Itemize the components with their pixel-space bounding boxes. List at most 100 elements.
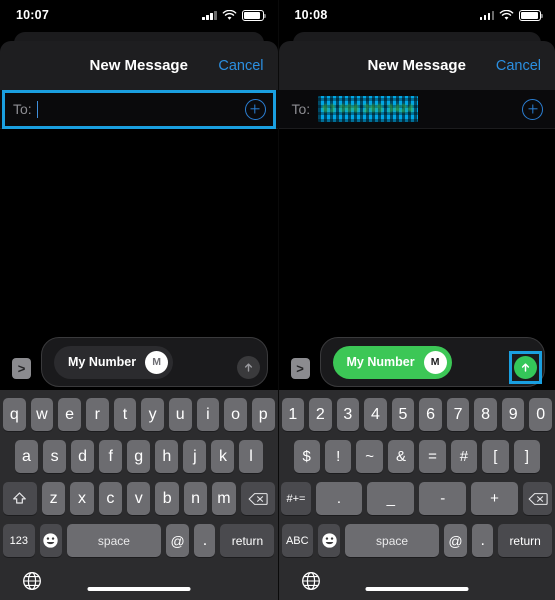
key-symbols-mode[interactable]: #+= [281, 482, 311, 515]
key-a[interactable]: a [14, 440, 39, 473]
to-field-row[interactable]: To: [0, 90, 278, 129]
key-7[interactable]: 7 [446, 398, 470, 431]
expand-apps-button[interactable]: > [290, 357, 310, 379]
key-k[interactable]: k [211, 440, 235, 473]
arrow-up-icon [244, 363, 252, 372]
key-l[interactable]: l [239, 440, 263, 473]
emoji-icon[interactable] [39, 524, 62, 557]
cancel-button[interactable]: Cancel [218, 58, 263, 74]
new-message-sheet: New Message Cancel To: > My Number M q w… [0, 41, 278, 600]
key-space[interactable]: space [345, 524, 439, 557]
key-hash[interactable]: # [450, 440, 478, 473]
key-o[interactable]: o [224, 398, 247, 431]
emoji-glyph [321, 533, 337, 548]
cancel-button[interactable]: Cancel [496, 58, 541, 74]
dual-screenshot-comparison: 10:07 New Message Cancel To: > My Number… [0, 0, 555, 600]
key-at[interactable]: @ [165, 524, 190, 557]
key-x[interactable]: x [70, 482, 94, 515]
key-9[interactable]: 9 [501, 398, 525, 431]
key-m[interactable]: m [212, 482, 236, 515]
globe-icon[interactable] [301, 571, 321, 591]
key-0[interactable]: 0 [529, 398, 552, 431]
key-c[interactable]: c [98, 482, 123, 515]
recipient-redacted-chip[interactable]: 63 006 265 3424 [318, 96, 419, 122]
key-d[interactable]: d [71, 440, 95, 473]
key-period[interactable]: . [315, 482, 363, 515]
send-button[interactable] [236, 356, 260, 379]
key-6[interactable]: 6 [419, 398, 442, 431]
plus-circle-icon[interactable] [244, 98, 266, 120]
key-ampersand[interactable]: & [387, 440, 415, 473]
keyboard-row-4: 123 space @ . return [0, 524, 278, 557]
key-dollar[interactable]: $ [293, 440, 320, 473]
send-button-highlight [509, 351, 542, 384]
battery-icon [519, 9, 543, 21]
left-phone-screen: 10:07 New Message Cancel To: > My Number… [0, 0, 279, 600]
key-y[interactable]: y [141, 398, 164, 431]
key-equals[interactable]: = [419, 440, 446, 473]
key-bracket-right[interactable]: ] [513, 440, 540, 473]
key-hyphen[interactable]: - [419, 482, 467, 515]
to-label: To: [291, 101, 311, 117]
status-time: 10:08 [294, 8, 328, 22]
key-r[interactable]: r [85, 398, 109, 431]
key-underscore[interactable]: _ [367, 482, 415, 515]
key-tilde[interactable]: ~ [356, 440, 383, 473]
key-abc-mode[interactable]: ABC [281, 524, 314, 557]
key-plus[interactable]: + [471, 482, 518, 515]
shift-icon[interactable] [2, 482, 37, 515]
key-5[interactable]: 5 [391, 398, 415, 431]
key-p[interactable]: p [251, 398, 275, 431]
key-return[interactable]: return [220, 524, 275, 557]
delete-icon[interactable] [523, 482, 553, 515]
to-field-row[interactable]: To: 63 006 265 3424 [278, 90, 555, 129]
key-e[interactable]: e [58, 398, 81, 431]
expand-apps-button[interactable]: > [12, 357, 31, 379]
key-n[interactable]: n [183, 482, 208, 515]
key-b[interactable]: b [155, 482, 179, 515]
key-j[interactable]: j [183, 440, 207, 473]
key-3[interactable]: 3 [336, 398, 360, 431]
key-z[interactable]: z [41, 482, 66, 515]
key-bracket-left[interactable]: [ [482, 440, 509, 473]
key-w[interactable]: w [30, 398, 54, 431]
key-period-bottom[interactable]: . [472, 524, 494, 557]
key-return[interactable]: return [498, 524, 553, 557]
key-h[interactable]: h [155, 440, 179, 473]
key-exclamation[interactable]: ! [324, 440, 352, 473]
key-8[interactable]: 8 [474, 398, 497, 431]
emoji-icon[interactable] [318, 524, 341, 557]
keyboard-row-2: $ ! ~ & = # [ ] [279, 440, 555, 473]
key-t[interactable]: t [113, 398, 137, 431]
key-1[interactable]: 1 [281, 398, 305, 431]
key-space[interactable]: space [66, 524, 161, 557]
globe-icon[interactable] [22, 571, 42, 591]
key-f[interactable]: f [99, 440, 123, 473]
key-2[interactable]: 2 [309, 398, 332, 431]
key-s[interactable]: s [43, 440, 67, 473]
key-v[interactable]: v [127, 482, 151, 515]
status-bar: 10:08 [278, 0, 555, 30]
message-input[interactable]: My Number M [41, 337, 268, 387]
key-numbers-mode[interactable]: 123 [3, 524, 35, 557]
key-q[interactable]: q [2, 398, 26, 431]
delete-icon[interactable] [240, 482, 275, 515]
key-at[interactable]: @ [443, 524, 468, 557]
key-4[interactable]: 4 [364, 398, 387, 431]
plus-circle-icon[interactable] [522, 98, 543, 120]
key-g[interactable]: g [127, 440, 151, 473]
home-indicator [87, 587, 191, 591]
avatar: M [145, 350, 169, 374]
keyboard-row-2: a s d f g h j k l [0, 440, 278, 473]
message-input[interactable]: My Number M [319, 337, 545, 387]
page-title: New Message [89, 57, 188, 74]
key-u[interactable]: u [168, 398, 192, 431]
my-number-chip[interactable]: My Number M [332, 345, 452, 379]
text-cursor [36, 100, 39, 118]
status-bar: 10:07 [0, 0, 278, 30]
key-i[interactable]: i [196, 398, 220, 431]
chip-label: My Number [68, 355, 137, 369]
cellular-bars-icon [202, 10, 217, 20]
key-period[interactable]: . [194, 524, 216, 557]
my-number-chip[interactable]: My Number M [54, 345, 174, 379]
